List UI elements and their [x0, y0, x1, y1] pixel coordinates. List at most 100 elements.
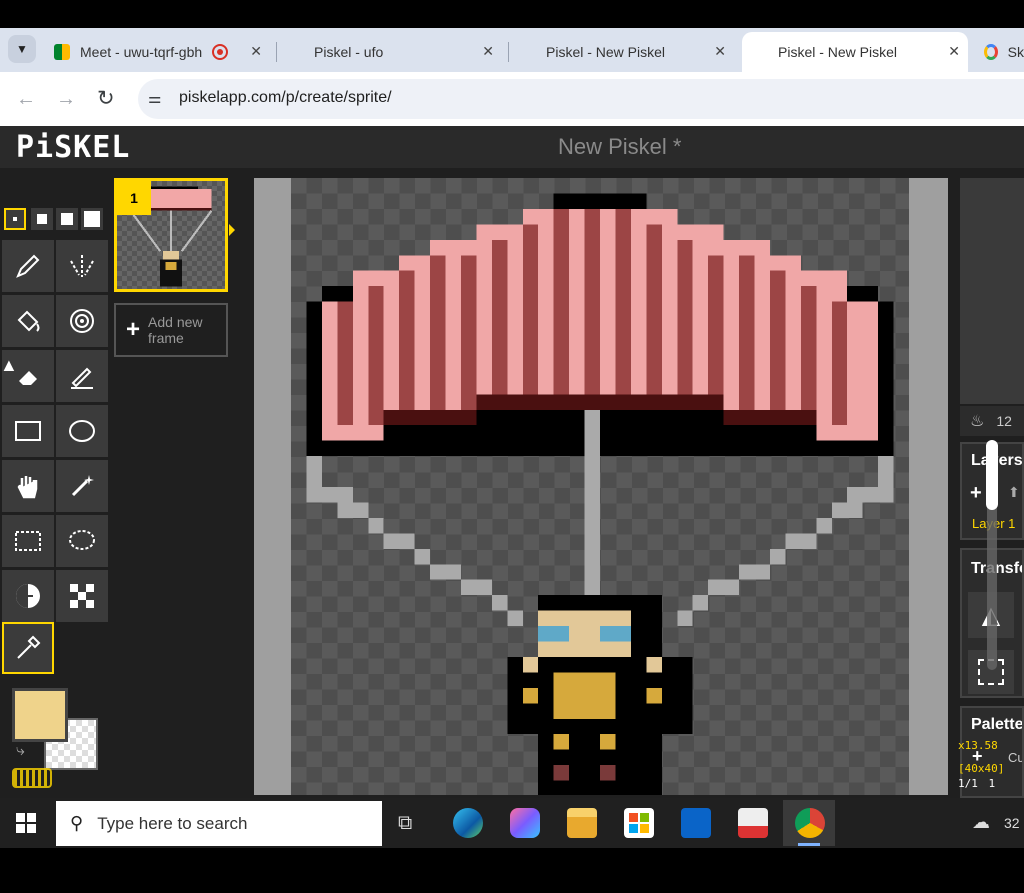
tab-piskel-ufo[interactable]: Piskel - ufo ✕ — [288, 34, 502, 70]
rectangle-tool-button[interactable] — [2, 405, 54, 457]
tab-search-button[interactable]: ▼ — [8, 35, 36, 63]
add-layer-icon[interactable]: + — [970, 482, 982, 505]
outlook-icon[interactable] — [681, 808, 711, 838]
eyedropper-icon — [17, 635, 41, 659]
window-top-bar — [0, 0, 1024, 28]
dashed-rectangle-icon — [15, 531, 41, 551]
tab-google[interactable]: Sk — [984, 34, 1024, 70]
dithering-tool-button[interactable] — [56, 570, 108, 622]
close-icon[interactable]: ✕ — [948, 43, 960, 60]
piskel-icon — [752, 44, 768, 60]
stroke-tool-button[interactable] — [56, 350, 108, 402]
panel-scrollbar-thumb[interactable] — [986, 440, 998, 510]
sprite-image — [306, 193, 894, 795]
tab-title: Meet - uwu-tqrf-gbh — [80, 44, 203, 60]
forward-icon[interactable]: → — [56, 88, 76, 111]
circle-icon — [69, 420, 95, 442]
paint-bucket-button[interactable] — [2, 295, 54, 347]
add-new-frame-button[interactable]: + Add new frame — [114, 303, 228, 357]
pencil-icon — [16, 254, 40, 278]
tab-title: Piskel - New Piskel — [546, 44, 666, 60]
close-icon[interactable]: ✕ — [250, 43, 262, 60]
windows-start-button[interactable] — [16, 813, 36, 833]
plus-icon: + — [126, 316, 141, 343]
bucket-icon — [17, 310, 40, 332]
meet-icon — [54, 44, 70, 60]
rectangle-icon — [15, 421, 41, 441]
tray-text: 32 — [1004, 815, 1020, 831]
frame-number: 1 — [130, 190, 138, 206]
chrome-icon[interactable] — [795, 808, 825, 838]
color-picker-button[interactable] — [2, 622, 54, 674]
onion-skin-icon[interactable]: ♨ — [970, 411, 984, 431]
lasso-icon — [69, 530, 95, 550]
url-text[interactable]: piskelapp.com/p/create/sprite/ — [179, 89, 392, 107]
piskel-icon — [520, 44, 536, 60]
vertical-mirror-pen-button[interactable] — [56, 240, 108, 292]
tab-piskel-new-active[interactable]: Piskel - New Piskel ✕ — [742, 32, 968, 72]
mirror-pen-icon — [70, 255, 94, 277]
circle-tool-button[interactable] — [56, 405, 108, 457]
drawing-canvas[interactable] — [291, 178, 909, 795]
task-view-icon[interactable]: ⧉ — [398, 812, 412, 835]
frame-counter: 1/1 1 — [958, 776, 1024, 791]
animation-preview — [960, 178, 1024, 404]
frame-count: 1/1 — [958, 777, 978, 790]
swap-colors-icon[interactable]: ⤷ — [16, 742, 25, 760]
file-explorer-icon[interactable] — [567, 808, 597, 838]
frame-index: 1 — [988, 777, 996, 790]
back-icon[interactable]: ← — [16, 88, 36, 111]
frame-number-badge: 1 — [117, 181, 151, 215]
tab-meet[interactable]: Meet - uwu-tqrf-gbh ✕ — [54, 34, 270, 70]
move-tool-button[interactable] — [2, 460, 54, 512]
transform-title: Transform — [971, 560, 1022, 577]
line-pencil-icon — [71, 367, 93, 389]
close-icon[interactable]: ✕ — [714, 43, 726, 60]
pen-size-1[interactable] — [4, 208, 26, 230]
magic-wand-icon — [71, 475, 94, 497]
active-app-indicator — [798, 843, 820, 846]
document-title[interactable]: New Piskel * — [558, 134, 681, 160]
pen-size-2[interactable] — [31, 208, 53, 230]
tab-title: Sk — [1007, 44, 1024, 60]
lighten-icon — [16, 584, 40, 608]
chevron-down-icon: ▼ — [16, 42, 28, 56]
search-icon: ⚲ — [70, 813, 84, 833]
piskel-header — [0, 126, 1024, 168]
tab-divider — [276, 42, 277, 62]
primary-color-swatch[interactable] — [12, 688, 68, 742]
move-layer-up-icon[interactable]: ⬆ — [1008, 484, 1020, 501]
pen-size-3[interactable] — [56, 208, 78, 230]
fps-bar: ♨ 12 — [960, 406, 1024, 436]
tab-title: Piskel - New Piskel — [778, 44, 898, 60]
piskel-logo[interactable]: PiSKEL — [16, 130, 130, 165]
lasso-selection-button[interactable] — [56, 515, 108, 567]
weather-icon[interactable]: ☁ — [972, 812, 990, 833]
frame-thumbnail[interactable]: 1 — [114, 178, 228, 292]
checker-icon — [70, 584, 94, 608]
taskbar-search-box[interactable]: ⚲ Type here to search — [56, 801, 382, 846]
google-icon — [984, 44, 998, 60]
close-icon[interactable]: ✕ — [482, 43, 494, 60]
site-info-icon[interactable]: ⚌ — [148, 89, 161, 107]
pen-tool-button[interactable] — [2, 240, 54, 292]
edge-icon[interactable] — [453, 808, 483, 838]
microsoft-store-icon[interactable] — [624, 808, 654, 838]
target-icon — [70, 309, 94, 333]
tab-piskel-new-1[interactable]: Piskel - New Piskel ✕ — [520, 34, 734, 70]
keyboard-icon[interactable] — [12, 768, 52, 788]
zoom-level: x13.58 — [958, 739, 998, 752]
tab-divider — [508, 42, 509, 62]
frame-selected-arrow-icon — [229, 224, 235, 236]
copilot-icon[interactable] — [510, 808, 540, 838]
shape-selection-button[interactable] — [56, 460, 108, 512]
reload-icon[interactable]: ↻ — [97, 86, 115, 111]
paint-same-color-button[interactable] — [56, 295, 108, 347]
pen-size-4[interactable] — [81, 208, 103, 230]
lighten-tool-button[interactable] — [2, 570, 54, 622]
hand-icon — [17, 476, 38, 499]
snipping-tool-icon[interactable] — [738, 808, 768, 838]
window-bottom-bar — [0, 848, 1024, 893]
rectangle-selection-button[interactable] — [2, 515, 54, 567]
tab-strip: ▼ Meet - uwu-tqrf-gbh ✕ Piskel - ufo ✕ P… — [0, 28, 1024, 72]
